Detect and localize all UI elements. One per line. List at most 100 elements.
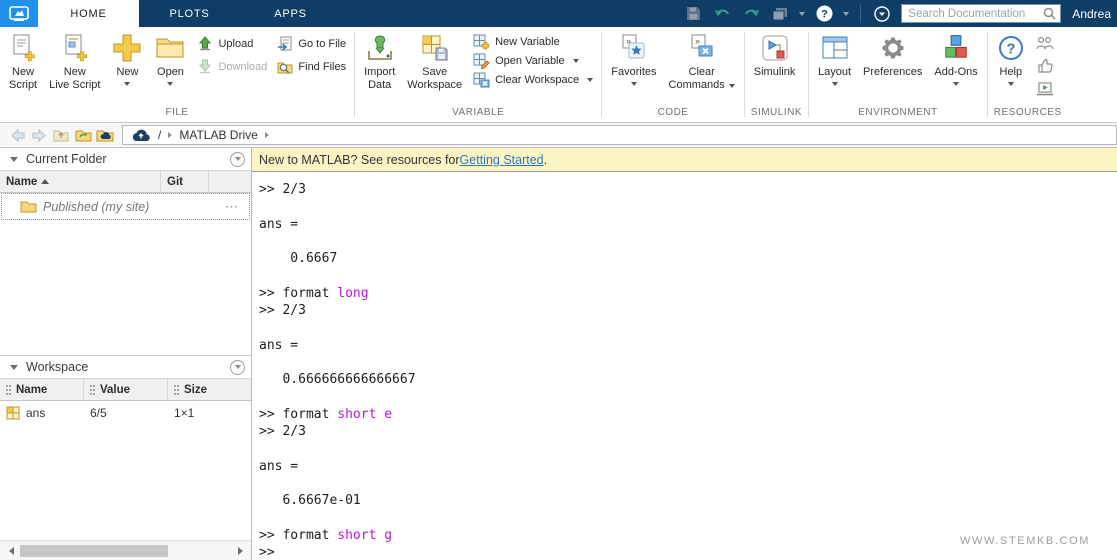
resources-mini-buttons [1032, 30, 1060, 99]
sidebar-horizontal-scrollbar[interactable] [0, 540, 251, 560]
console-text: ans = [259, 337, 299, 353]
open-caret-icon [167, 82, 174, 86]
scrollbar-track[interactable] [18, 544, 233, 557]
layout-icon [820, 32, 850, 64]
panel-menu-icon[interactable] [230, 359, 245, 375]
current-folder-column-headers: Name Git [0, 171, 251, 193]
console-line: >> 2/3 [259, 181, 1117, 198]
notification-bar: New to MATLAB? See resources for Getting… [252, 148, 1117, 172]
forward-button[interactable] [28, 125, 50, 145]
ws-value-label: Value [100, 383, 131, 396]
folder-name: Published (my site) [43, 199, 150, 214]
open-variable-button[interactable]: Open Variable [473, 53, 593, 69]
breadcrumb-root[interactable]: / [158, 128, 161, 142]
search-icon[interactable] [1043, 7, 1056, 20]
console-text: >> 2/3 [259, 303, 306, 319]
help-quick-icon[interactable]: ? [814, 4, 834, 24]
console-line: 0.6667 [259, 250, 1117, 267]
tab-home[interactable]: HOME [38, 0, 139, 27]
search-documentation-input[interactable] [906, 6, 1044, 21]
console-text: >> format [259, 406, 338, 422]
ws-column-name[interactable]: Name [0, 379, 84, 400]
ribbon-section-code: » Favorites » Clear Commands CODE [602, 27, 744, 122]
ws-column-value[interactable]: Value [84, 379, 168, 400]
open-variable-label: Open Variable [495, 55, 565, 67]
upload-download-group: Upload Download [193, 30, 271, 75]
help-button[interactable]: ? Help [992, 30, 1030, 88]
new-live-script-label-2: Live Script [49, 79, 101, 91]
save-icon[interactable] [683, 4, 703, 24]
preferences-label: Preferences [863, 66, 923, 78]
save-workspace-button[interactable]: Save Workspace [402, 30, 467, 94]
undo-icon[interactable] [712, 4, 732, 24]
scrollbar-thumb[interactable] [20, 544, 168, 557]
clear-workspace-button[interactable]: Clear Workspace [473, 72, 594, 88]
up-one-level-icon[interactable] [50, 125, 72, 145]
ribbon-section-resources: ? Help RESOURCES [988, 27, 1068, 122]
go-to-file-icon [278, 36, 292, 51]
ws-column-size[interactable]: Size [168, 379, 251, 400]
column-header-extra[interactable] [209, 171, 251, 192]
folder-row-published[interactable]: Published (my site) ⋯ [1, 193, 250, 220]
windows-layout-caret-icon[interactable] [799, 11, 806, 16]
preferences-button[interactable]: Preferences [858, 30, 927, 81]
community-icon [1036, 36, 1054, 49]
feedback-button[interactable] [1034, 56, 1056, 76]
scroll-right-icon[interactable] [233, 544, 247, 558]
go-to-file-button[interactable]: Go to File [277, 36, 346, 52]
help-caret-icon [1007, 82, 1014, 86]
command-window[interactable]: New to MATLAB? See resources for Getting… [252, 148, 1117, 560]
cloud-folder-icon[interactable] [94, 125, 116, 145]
console-line: ans = [259, 458, 1117, 475]
watermark: WWW.STEMKB.COM [960, 535, 1090, 547]
clear-commands-button[interactable]: » Clear Commands [664, 30, 740, 94]
console-text: >> [259, 545, 275, 560]
ws-row-value: 6/5 [90, 406, 107, 420]
user-name[interactable]: Andrea [1072, 7, 1111, 21]
help-quick-caret-icon[interactable] [843, 11, 850, 16]
simulink-button[interactable]: Simulink [749, 30, 801, 81]
layout-button[interactable]: Layout [813, 30, 856, 88]
breadcrumb-matlab-drive[interactable]: MATLAB Drive [179, 128, 257, 142]
favorites-button[interactable]: » Favorites [606, 30, 661, 88]
back-button[interactable] [6, 125, 28, 145]
windows-layout-icon[interactable] [770, 4, 790, 24]
new-button[interactable]: New [107, 30, 147, 88]
find-files-label: Find Files [298, 61, 347, 73]
panel-menu-icon[interactable] [230, 151, 245, 167]
collapse-panel-icon[interactable] [10, 156, 18, 162]
addons-label: Add-Ons [934, 66, 978, 78]
download-button[interactable]: Download [197, 59, 267, 75]
redo-icon[interactable] [741, 4, 761, 24]
scroll-left-icon[interactable] [4, 544, 18, 558]
workspace-row-ans[interactable]: ans 6/5 1×1 [0, 401, 251, 425]
tab-apps[interactable]: APPS [240, 0, 341, 27]
column-header-name[interactable]: Name [0, 171, 161, 192]
learn-matlab-button[interactable] [1034, 79, 1056, 99]
new-script-button[interactable]: New Script [4, 30, 42, 94]
collapse-ribbon-icon[interactable] [872, 4, 892, 24]
upload-button[interactable]: Upload [197, 36, 267, 52]
address-breadcrumb-bar[interactable]: / MATLAB Drive [122, 125, 1117, 145]
ws-name-label: Name [16, 383, 48, 396]
getting-started-link[interactable]: Getting Started [460, 153, 544, 167]
console-output[interactable]: >> 2/3 ans = 0.6667 >> format long >> 2/3… [252, 172, 1117, 560]
collapse-panel-icon[interactable] [10, 364, 18, 370]
new-variable-button[interactable]: New Variable [473, 34, 593, 50]
open-button[interactable]: Open [149, 30, 191, 88]
import-data-button[interactable]: Import Data [359, 30, 400, 94]
find-files-button[interactable]: Find Files [277, 59, 346, 75]
variable-group: New Variable Open Variable Clear Workspa… [469, 30, 597, 88]
go-to-file-label: Go to File [298, 38, 347, 50]
community-button[interactable] [1034, 33, 1056, 53]
addons-button[interactable]: Add-Ons [929, 30, 982, 88]
new-live-script-button[interactable]: New Live Script [44, 30, 105, 94]
matlab-logo[interactable] [0, 0, 38, 27]
tab-plots[interactable]: PLOTS [139, 0, 240, 27]
column-header-git[interactable]: Git [161, 171, 209, 192]
row-actions-ellipsis[interactable]: ⋯ [225, 199, 245, 215]
breadcrumb-chevron-icon[interactable] [264, 132, 269, 138]
refresh-folder-icon[interactable] [72, 125, 94, 145]
